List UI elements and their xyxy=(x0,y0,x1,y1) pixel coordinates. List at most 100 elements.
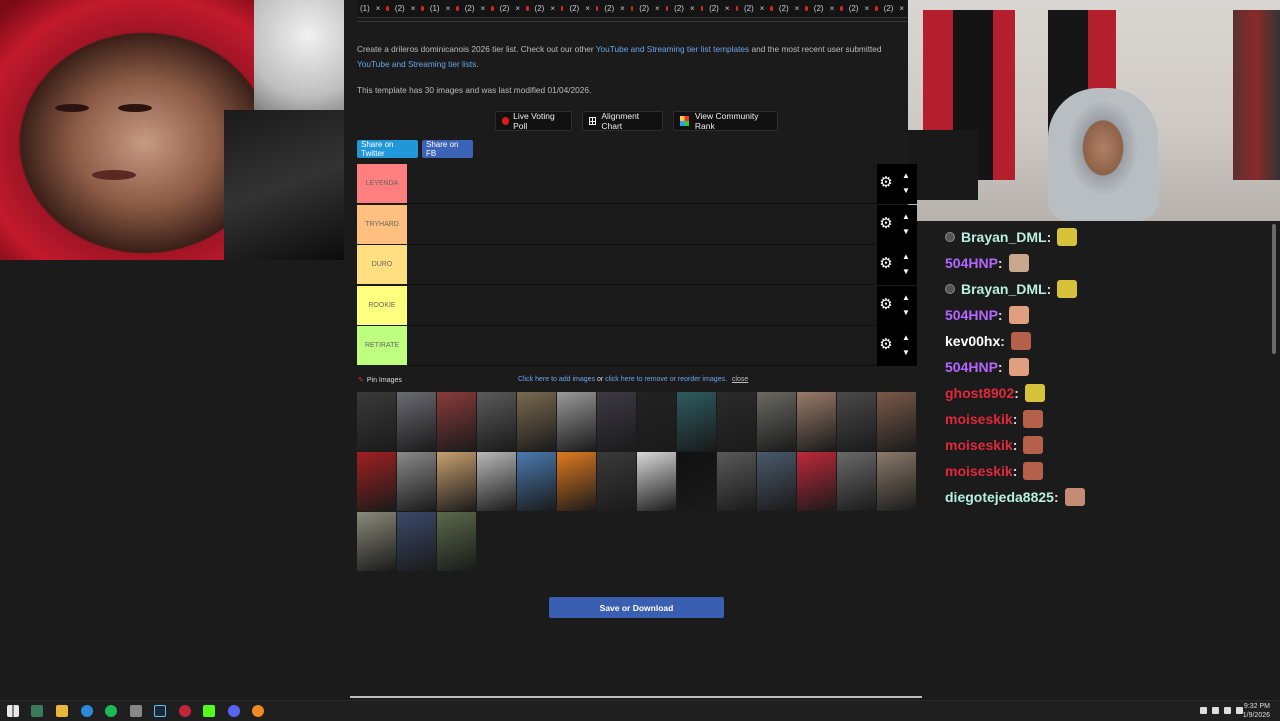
folder-icon[interactable] xyxy=(56,705,68,717)
chevron-up-icon[interactable]: ▲ xyxy=(901,171,911,181)
tier-drop-zone[interactable] xyxy=(407,285,877,326)
tier-image-thumbnail[interactable] xyxy=(397,452,436,511)
app-icon[interactable] xyxy=(31,705,43,717)
view-community-rank-button[interactable]: View Community Rank xyxy=(673,111,778,131)
tab-close-icon[interactable]: × xyxy=(446,4,451,13)
chat-username[interactable]: moiseskik xyxy=(945,463,1013,479)
tier-image-thumbnail[interactable] xyxy=(637,452,676,511)
chat-scrollbar[interactable] xyxy=(1272,224,1276,354)
browser-tab-label[interactable]: (2) xyxy=(814,4,824,13)
browser-tab-label[interactable]: (2) xyxy=(465,4,475,13)
browser-tab-strip[interactable]: (1) × (2) × (1) × (2) × (2) × (2) × (2) × (2) × (2) × (2) ×… xyxy=(357,0,907,18)
browser-tab-label[interactable]: (2) xyxy=(849,4,859,13)
browser-tab-label[interactable]: (2) xyxy=(604,4,614,13)
alignment-chart-button[interactable]: Alignment Chart xyxy=(582,111,663,131)
tier-image-thumbnail[interactable] xyxy=(357,512,396,571)
horizontal-scrollbar[interactable] xyxy=(350,696,922,698)
taskbar-clock[interactable]: 9:32 PM 1/9/2026 xyxy=(1243,702,1270,720)
tier-label[interactable]: LEYENDA xyxy=(357,164,407,204)
tab-close-icon[interactable]: × xyxy=(760,4,765,13)
add-images-link[interactable]: Click here to add images xyxy=(518,376,595,383)
browser-tab-label[interactable]: (2) xyxy=(884,4,894,13)
chat-username[interactable]: ghost8902 xyxy=(945,385,1014,401)
browser-tab-label[interactable]: (2) xyxy=(744,4,754,13)
chevron-down-icon[interactable]: ▼ xyxy=(901,348,911,358)
chat-username[interactable]: Brayan_DML xyxy=(961,229,1047,245)
tier-image-thumbnail[interactable] xyxy=(677,392,716,451)
chat-username[interactable]: moiseskik xyxy=(945,411,1013,427)
tier-image-thumbnail[interactable] xyxy=(397,512,436,571)
tier-label[interactable]: DURO xyxy=(357,245,407,285)
steam-icon[interactable] xyxy=(154,705,166,717)
youtube-tierlists-link[interactable]: YouTube and Streaming tier lists xyxy=(357,59,476,69)
pin-images-toggle[interactable]: ✎ Pin Images xyxy=(358,376,402,385)
tier-image-thumbnail[interactable] xyxy=(797,392,836,451)
gear-icon[interactable]: ⚙ xyxy=(879,216,893,231)
tab-close-icon[interactable]: × xyxy=(550,4,555,13)
tab-close-icon[interactable]: × xyxy=(515,4,520,13)
tab-close-icon[interactable]: × xyxy=(725,4,730,13)
chat-username[interactable]: diegotejeda8825 xyxy=(945,489,1054,505)
close-link[interactable]: close xyxy=(732,376,748,383)
browser-tab-label[interactable]: (2) xyxy=(674,4,684,13)
spotify-icon[interactable] xyxy=(105,705,117,717)
browser-tab-label[interactable]: (2) xyxy=(779,4,789,13)
browser-tab-label[interactable]: (2) xyxy=(500,4,510,13)
tier-image-thumbnail[interactable] xyxy=(677,452,716,511)
discord-icon[interactable] xyxy=(228,705,240,717)
browser-tab-label[interactable]: (2) xyxy=(569,4,579,13)
chevron-down-icon[interactable]: ▼ xyxy=(901,308,911,318)
tier-image-thumbnail[interactable] xyxy=(797,452,836,511)
save-download-button[interactable]: Save or Download xyxy=(549,597,724,618)
chevron-down-icon[interactable]: ▼ xyxy=(901,186,911,196)
tab-close-icon[interactable]: × xyxy=(481,4,486,13)
tier-image-thumbnail[interactable] xyxy=(557,392,596,451)
tier-image-thumbnail[interactable] xyxy=(757,392,796,451)
tier-image-thumbnail[interactable] xyxy=(877,452,916,511)
tier-image-thumbnail[interactable] xyxy=(437,452,476,511)
chevron-up-icon[interactable]: ▲ xyxy=(901,333,911,343)
tier-drop-zone[interactable] xyxy=(407,204,877,245)
chat-username[interactable]: kev00hx xyxy=(945,333,1000,349)
tier-image-thumbnail[interactable] xyxy=(477,392,516,451)
chevron-up-icon[interactable]: ▲ xyxy=(901,293,911,303)
tier-image-thumbnail[interactable] xyxy=(517,452,556,511)
tab-close-icon[interactable]: × xyxy=(620,4,625,13)
tier-label[interactable]: RETIRATE xyxy=(357,326,407,366)
browser-tab-label[interactable]: (2) xyxy=(639,4,649,13)
tab-close-icon[interactable]: × xyxy=(585,4,590,13)
tier-image-thumbnail[interactable] xyxy=(717,452,756,511)
tier-image-thumbnail[interactable] xyxy=(757,452,796,511)
tab-close-icon[interactable]: × xyxy=(830,4,835,13)
pen-icon[interactable] xyxy=(130,705,142,717)
chat-username[interactable]: 504HNP xyxy=(945,359,998,375)
share-twitter-button[interactable]: Share on Twitter xyxy=(357,140,418,158)
kick-icon[interactable] xyxy=(203,705,215,717)
live-voting-poll-button[interactable]: Live Voting Poll xyxy=(495,111,572,131)
tier-image-thumbnail[interactable] xyxy=(437,392,476,451)
tier-drop-zone[interactable] xyxy=(407,164,877,204)
tab-close-icon[interactable]: × xyxy=(899,4,904,13)
browser-icon[interactable] xyxy=(81,705,93,717)
tier-image-thumbnail[interactable] xyxy=(717,392,756,451)
tray-chevron-icon[interactable] xyxy=(1200,707,1207,714)
tier-image-thumbnail[interactable] xyxy=(357,452,396,511)
chevron-up-icon[interactable]: ▲ xyxy=(901,252,911,262)
chrome-icon[interactable] xyxy=(252,705,264,717)
tab-close-icon[interactable]: × xyxy=(690,4,695,13)
tier-image-thumbnail[interactable] xyxy=(397,392,436,451)
tab-close-icon[interactable]: × xyxy=(376,4,381,13)
gear-icon[interactable]: ⚙ xyxy=(879,337,893,352)
chat-username[interactable]: moiseskik xyxy=(945,437,1013,453)
browser-tab-label[interactable]: (1) xyxy=(430,4,440,13)
share-fb-button[interactable]: Share on FB xyxy=(422,140,473,158)
chevron-down-icon[interactable]: ▼ xyxy=(901,267,911,277)
browser-tab-label[interactable]: (1) xyxy=(360,4,370,13)
gear-icon[interactable]: ⚙ xyxy=(879,256,893,271)
tab-close-icon[interactable]: × xyxy=(864,4,869,13)
tier-image-thumbnail[interactable] xyxy=(517,392,556,451)
start-icon[interactable] xyxy=(7,705,19,717)
chat-username[interactable]: 504HNP xyxy=(945,307,998,323)
tier-image-thumbnail[interactable] xyxy=(477,452,516,511)
gear-icon[interactable]: ⚙ xyxy=(879,297,893,312)
